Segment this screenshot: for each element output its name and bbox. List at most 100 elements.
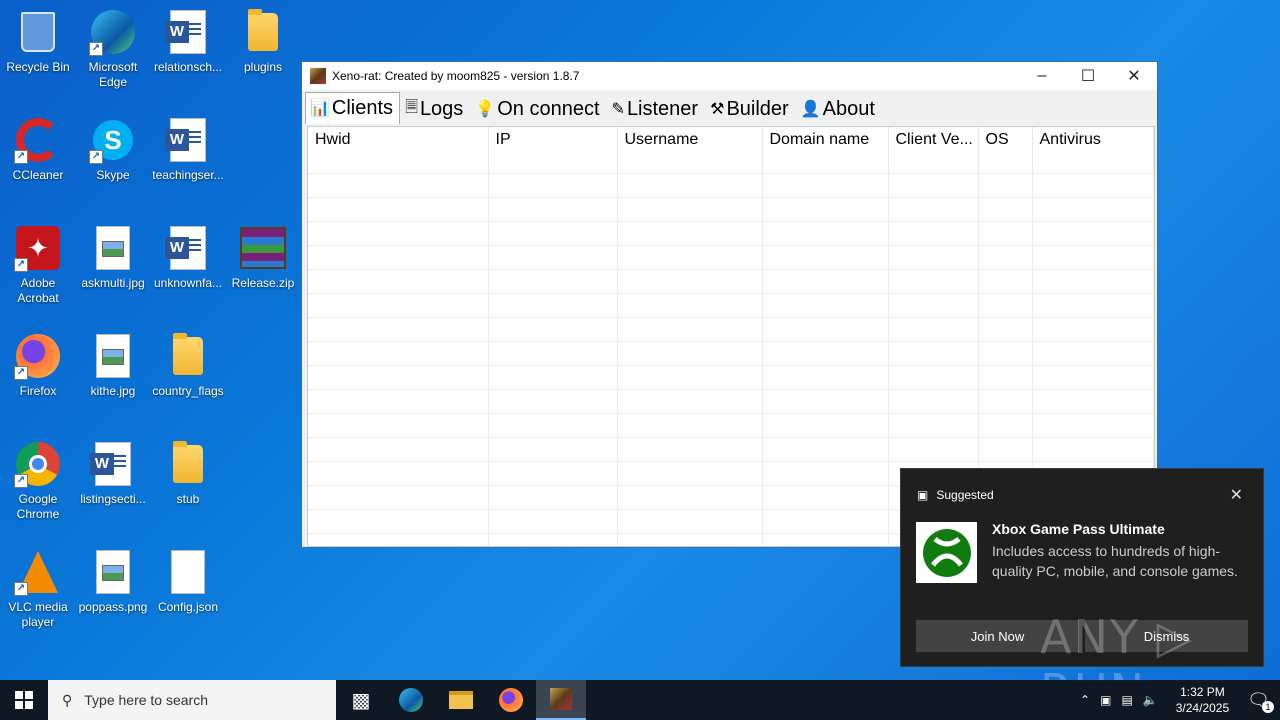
word-doc-icon: W: [164, 224, 212, 272]
table-row: [308, 436, 1154, 461]
maximize-button[interactable]: ☐: [1065, 62, 1111, 90]
table-cell: [1032, 316, 1154, 341]
desktop-icon-label: Adobe Acrobat: [17, 276, 59, 305]
folder-icon: [239, 8, 287, 56]
taskbar-firefox-icon[interactable]: [486, 680, 536, 720]
table-cell: [617, 412, 763, 437]
desktop-icon[interactable]: Wunknownfa...: [150, 224, 226, 291]
desktop-icon[interactable]: ↗ Microsoft Edge: [75, 8, 151, 90]
table-cell: [617, 388, 763, 413]
desktop-icon[interactable]: Wteachingser...: [150, 116, 226, 183]
table-row: [308, 220, 1154, 245]
column-header[interactable]: Antivirus: [1032, 127, 1154, 173]
firefox-icon: ↗: [14, 332, 62, 380]
desktop-icon[interactable]: S ↗ Skype: [75, 116, 151, 183]
toast-header: ▣ Suggested: [917, 488, 994, 502]
table-cell: [762, 436, 889, 461]
meet-now-icon[interactable]: ▣: [1100, 693, 1111, 707]
table-cell: [488, 340, 618, 365]
desktop-icon-label: country_flags: [152, 384, 224, 398]
volume-icon[interactable]: 🔈: [1143, 693, 1158, 707]
chevron-up-icon[interactable]: ⌃: [1080, 693, 1090, 707]
word-doc-icon: W: [164, 8, 212, 56]
desktop-icon[interactable]: stub: [150, 440, 226, 507]
desktop-icon[interactable]: Wrelationsch...: [150, 8, 226, 75]
taskbar-xeno-rat-icon[interactable]: [536, 680, 586, 720]
tab-clients[interactable]: 📊 Clients: [305, 92, 401, 124]
column-header[interactable]: Client Ve...: [888, 127, 979, 173]
desktop-icon[interactable]: kithe.jpg: [75, 332, 151, 399]
desktop-icon[interactable]: country_flags: [150, 332, 226, 399]
desktop-icon[interactable]: Wlistingsecti...: [75, 440, 151, 507]
column-header[interactable]: Hwid: [308, 127, 489, 173]
table-cell: [762, 484, 889, 509]
column-header[interactable]: OS: [978, 127, 1033, 173]
table-cell: [308, 316, 489, 341]
tab-listener[interactable]: ✎ Listener: [606, 94, 706, 124]
folder-icon: [164, 440, 212, 488]
desktop-icon[interactable]: ↗ Firefox: [0, 332, 76, 399]
word-doc-icon: W: [164, 116, 212, 164]
desktop-icon[interactable]: Config.json: [150, 548, 226, 615]
network-icon[interactable]: ▤: [1121, 693, 1132, 707]
tab-logs[interactable]: 🗏 Logs: [400, 94, 471, 124]
title-bar[interactable]: Xeno-rat: Created by moom825 - version 1…: [302, 62, 1157, 90]
table-cell: [762, 340, 889, 365]
toast-title: Xbox Game Pass Ultimate: [992, 521, 1165, 537]
table-cell: [978, 412, 1033, 437]
table-cell: [488, 484, 618, 509]
start-button[interactable]: [0, 680, 48, 720]
table-cell: [488, 388, 618, 413]
taskbar-edge-icon[interactable]: [386, 680, 436, 720]
close-button[interactable]: ✕: [1111, 62, 1157, 90]
table-cell: [308, 268, 489, 293]
table-cell: [488, 268, 618, 293]
table-cell: [978, 196, 1033, 221]
table-row: [308, 412, 1154, 437]
table-cell: [978, 436, 1033, 461]
table-cell: [888, 292, 979, 317]
tab-on-connect[interactable]: 💡 On connect: [470, 94, 607, 124]
person-icon: 👤: [800, 101, 821, 118]
table-cell: [308, 220, 489, 245]
desktop-icon-label: relationsch...: [153, 60, 223, 74]
task-view-icon[interactable]: ▩: [336, 680, 386, 720]
table-cell: [617, 532, 763, 546]
toast-close-icon[interactable]: ✕: [1230, 485, 1243, 505]
table-cell: [978, 364, 1033, 389]
table-cell: [308, 412, 489, 437]
column-header[interactable]: Domain name: [762, 127, 889, 173]
taskbar-explorer-icon[interactable]: [436, 680, 486, 720]
table-cell: [488, 172, 618, 197]
desktop-icon-label: Firefox: [19, 384, 57, 398]
table-cell: [762, 172, 889, 197]
acrobat-icon: ✦ ↗: [14, 224, 62, 272]
table-cell: [888, 196, 979, 221]
desktop-icon[interactable]: ↗ Google Chrome: [0, 440, 76, 522]
action-center-icon[interactable]: 🗨 1: [1247, 690, 1274, 713]
table-cell: [617, 244, 763, 269]
table-cell: [888, 244, 979, 269]
tab-about[interactable]: 👤 About: [795, 94, 882, 124]
clock[interactable]: 1:32 PM 3/24/2025: [1176, 684, 1229, 716]
desktop-icon[interactable]: ✦ ↗ Adobe Acrobat: [0, 224, 76, 306]
desktop-icon[interactable]: plugins: [225, 8, 301, 75]
table-cell: [1032, 220, 1154, 245]
desktop-icon-label: CCleaner: [12, 168, 64, 182]
taskbar-search[interactable]: ⚲ Type here to search: [48, 680, 336, 720]
column-header[interactable]: Username: [617, 127, 763, 173]
desktop-icon[interactable]: Release.zip: [225, 224, 301, 291]
desktop-icon[interactable]: ↗ CCleaner: [0, 116, 76, 183]
desktop-icon[interactable]: askmulti.jpg: [75, 224, 151, 291]
desktop-icon[interactable]: poppass.png: [75, 548, 151, 615]
desktop-icon[interactable]: Recycle Bin: [0, 8, 76, 75]
table-cell: [888, 340, 979, 365]
tab-builder[interactable]: ⚒ Builder: [705, 94, 796, 124]
table-cell: [978, 316, 1033, 341]
table-cell: [488, 292, 618, 317]
column-header[interactable]: IP: [488, 127, 618, 173]
table-cell: [617, 292, 763, 317]
table-cell: [888, 388, 979, 413]
minimize-button[interactable]: –: [1019, 62, 1065, 90]
desktop-icon[interactable]: ↗ VLC media player: [0, 548, 76, 630]
